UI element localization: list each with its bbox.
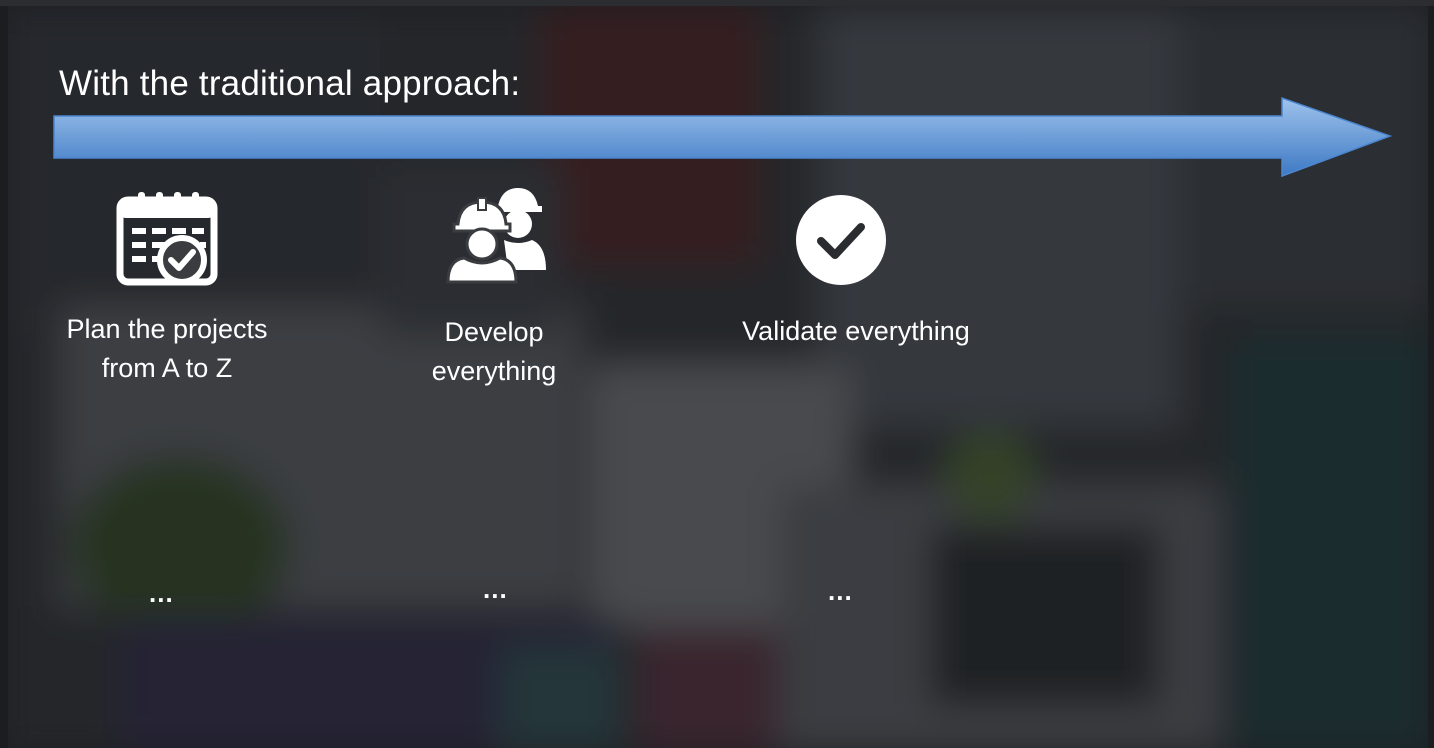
step-ellipsis-develop: ... <box>483 574 508 604</box>
step-ellipsis-validate: ... <box>828 576 853 606</box>
calendar-check-icon <box>116 192 218 286</box>
step-label-plan: Plan the projects from A to Z <box>66 314 268 383</box>
window-frame-right <box>1428 6 1434 748</box>
workers-hardhat-icon <box>446 188 546 284</box>
step-ellipsis-plan: ... <box>149 578 174 608</box>
timeline-arrow <box>53 96 1393 178</box>
step-label-develop: Develop everything <box>431 317 557 386</box>
window-frame-left <box>0 6 8 748</box>
step-label-validate: Validate everything <box>742 316 970 346</box>
slide: With the traditional approach: Plan the … <box>0 0 1434 748</box>
checkmark-circle-icon <box>796 195 886 285</box>
